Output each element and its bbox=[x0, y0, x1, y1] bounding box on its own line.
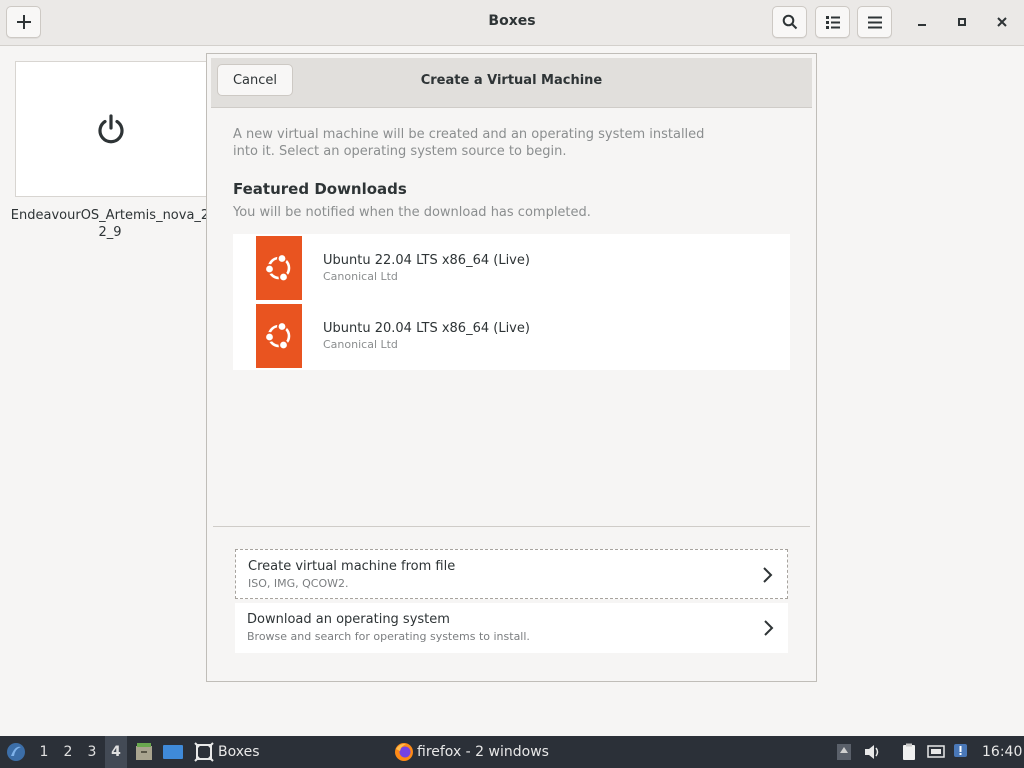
action-subtitle: ISO, IMG, QCOW2. bbox=[248, 577, 349, 590]
taskbar-firefox-label: firefox - 2 windows bbox=[417, 744, 549, 760]
header-bar: Boxes bbox=[0, 0, 1024, 46]
chevron-right-icon bbox=[763, 567, 773, 583]
vm-thumbnail[interactable] bbox=[15, 61, 207, 197]
maximize-button[interactable] bbox=[952, 12, 972, 32]
download-name: Ubuntu 22.04 LTS x86_64 (Live) bbox=[323, 253, 530, 268]
file-manager-launcher[interactable] bbox=[134, 736, 154, 768]
volume-icon[interactable] bbox=[863, 743, 881, 761]
close-button[interactable] bbox=[992, 12, 1012, 32]
app-menu-button[interactable] bbox=[4, 736, 28, 768]
minimize-icon bbox=[918, 24, 926, 26]
workspace-4[interactable]: 4 bbox=[105, 736, 127, 768]
clipboard-icon[interactable] bbox=[900, 743, 918, 761]
download-name: Ubuntu 20.04 LTS x86_64 (Live) bbox=[323, 321, 530, 336]
view-toggle-button[interactable] bbox=[815, 6, 850, 38]
featured-downloads-heading: Featured Downloads bbox=[233, 180, 407, 198]
desktop-icon bbox=[163, 745, 183, 759]
network-icon[interactable] bbox=[927, 743, 945, 761]
minimize-button[interactable] bbox=[912, 12, 932, 32]
dialog-title: Create a Virtual Machine bbox=[420, 73, 603, 88]
vm-name-label: EndeavourOS_Artemis_nova_22_9 bbox=[10, 208, 210, 240]
ubuntu-logo-icon bbox=[256, 236, 302, 300]
featured-downloads-subtitle: You will be notified when the download h… bbox=[233, 205, 591, 220]
close-icon bbox=[997, 17, 1007, 27]
action-title: Download an operating system bbox=[247, 612, 450, 627]
taskbar-boxes-label: Boxes bbox=[218, 744, 260, 760]
featured-downloads-list: Ubuntu 22.04 LTS x86_64 (Live) Canonical… bbox=[233, 234, 790, 370]
firefox-icon bbox=[395, 743, 413, 761]
dialog-header: Cancel Create a Virtual Machine bbox=[211, 58, 812, 108]
taskbar: 1 2 3 4 Boxes firefox - 2 windows 16:40 bbox=[0, 736, 1024, 768]
maximize-icon bbox=[958, 18, 966, 26]
endeavouros-logo-icon bbox=[7, 743, 25, 761]
dialog-intro-text: A new virtual machine will be created an… bbox=[233, 127, 705, 159]
ubuntu-logo-icon bbox=[256, 304, 302, 368]
download-os-button[interactable]: Download an operating system Browse and … bbox=[235, 603, 788, 653]
list-view-icon bbox=[825, 16, 840, 29]
download-vendor: Canonical Ltd bbox=[323, 338, 398, 351]
main-menu-button[interactable] bbox=[857, 6, 892, 38]
download-vendor: Canonical Ltd bbox=[323, 270, 398, 283]
workspace-2[interactable]: 2 bbox=[57, 736, 79, 768]
taskbar-firefox-group[interactable]: firefox - 2 windows bbox=[394, 736, 549, 768]
hamburger-menu-icon bbox=[867, 16, 882, 29]
upload-arrow-icon[interactable] bbox=[835, 743, 853, 761]
boxes-app-icon bbox=[194, 742, 214, 762]
create-vm-dialog: Cancel Create a Virtual Machine A new vi… bbox=[206, 53, 817, 682]
chevron-right-icon bbox=[764, 620, 774, 636]
clock[interactable]: 16:40 bbox=[982, 736, 1022, 768]
file-cabinet-icon bbox=[136, 743, 152, 760]
taskbar-boxes-window[interactable]: Boxes bbox=[194, 736, 260, 768]
workspace-3[interactable]: 3 bbox=[81, 736, 103, 768]
power-icon bbox=[98, 114, 124, 144]
action-subtitle: Browse and search for operating systems … bbox=[247, 630, 530, 643]
show-desktop-button[interactable] bbox=[162, 736, 184, 768]
create-from-file-button[interactable]: Create virtual machine from file ISO, IM… bbox=[235, 549, 788, 599]
workspace-1[interactable]: 1 bbox=[33, 736, 55, 768]
action-title: Create virtual machine from file bbox=[248, 559, 456, 574]
search-icon bbox=[782, 14, 797, 30]
dialog-separator bbox=[213, 526, 810, 527]
download-item-ubuntu-22-04[interactable]: Ubuntu 22.04 LTS x86_64 (Live) Canonical… bbox=[233, 234, 790, 302]
download-item-ubuntu-20-04[interactable]: Ubuntu 20.04 LTS x86_64 (Live) Canonical… bbox=[233, 302, 790, 370]
notification-icon[interactable] bbox=[953, 743, 971, 761]
search-button[interactable] bbox=[772, 6, 807, 38]
